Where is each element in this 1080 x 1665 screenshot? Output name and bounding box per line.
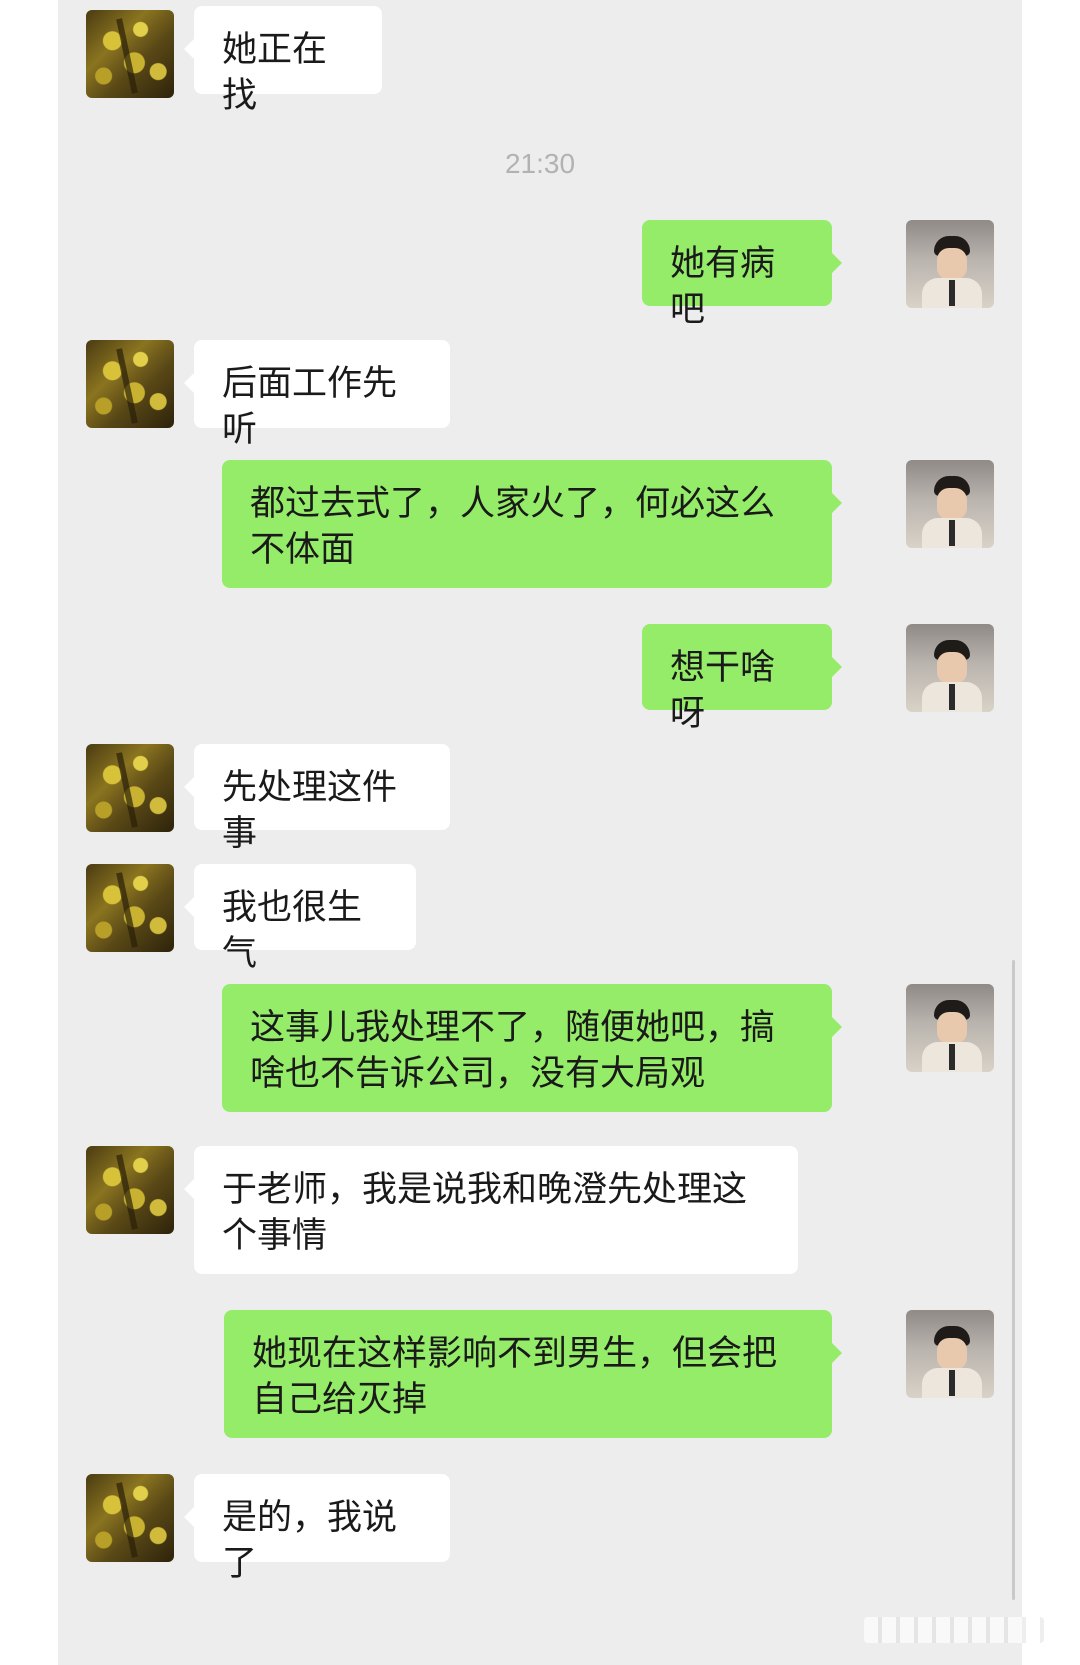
chat-scrollbar[interactable]: [1012, 960, 1015, 1600]
contact-avatar[interactable]: [86, 340, 174, 428]
avatar-tie: [949, 520, 955, 546]
message-bubble-received[interactable]: 是的，我说了: [184, 1474, 450, 1584]
avatar-tie: [949, 280, 955, 306]
message-bubble-received[interactable]: 于老师，我是说我和晚澄先处理这个事情: [184, 1146, 798, 1274]
user-avatar[interactable]: [906, 624, 994, 712]
message-bubble-sent[interactable]: 她现在这样影响不到男生，但会把自己给灭掉: [224, 1310, 842, 1438]
avatar-face: [937, 488, 967, 520]
watermark-logo: [864, 1617, 1044, 1643]
contact-avatar[interactable]: [86, 744, 174, 832]
user-avatar[interactable]: [906, 984, 994, 1072]
message-bubble-sent[interactable]: 这事儿我处理不了，随便她吧，搞啥也不告诉公司，没有大局观: [222, 984, 842, 1112]
message-bubble-sent[interactable]: 都过去式了，人家火了，何必这么不体面: [222, 460, 842, 588]
message-bubble-sent[interactable]: 想干啥呀: [642, 624, 842, 734]
avatar-face: [937, 248, 967, 280]
message-timestamp: 21:30: [504, 148, 576, 179]
avatar-face: [937, 652, 967, 684]
avatar-tie: [949, 1370, 955, 1396]
avatar-face: [937, 1338, 967, 1370]
contact-avatar[interactable]: [86, 864, 174, 952]
user-avatar[interactable]: [906, 220, 994, 308]
contact-avatar[interactable]: [86, 1474, 174, 1562]
message-bubble-received[interactable]: 她正在找: [184, 6, 382, 116]
avatar-tie: [949, 1044, 955, 1070]
avatar-face: [937, 1012, 967, 1044]
avatar-tie: [949, 684, 955, 710]
message-bubble-received[interactable]: 我也很生气: [184, 864, 416, 974]
user-avatar[interactable]: [906, 460, 994, 548]
message-bubble-received[interactable]: 先处理这件事: [184, 744, 450, 854]
contact-avatar[interactable]: [86, 1146, 174, 1234]
user-avatar[interactable]: [906, 1310, 994, 1398]
contact-avatar[interactable]: [86, 10, 174, 98]
message-bubble-sent[interactable]: 她有病吧: [642, 220, 842, 330]
message-bubble-received[interactable]: 后面工作先听: [184, 340, 450, 450]
